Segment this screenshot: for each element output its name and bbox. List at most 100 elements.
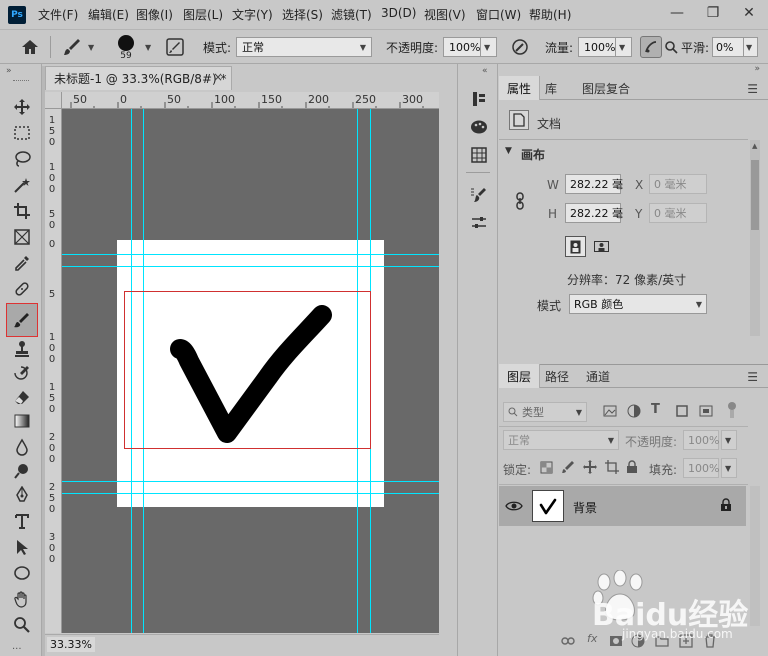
layer-row[interactable]: 背景 bbox=[499, 486, 746, 526]
lock-icon[interactable] bbox=[720, 498, 732, 512]
menu-view[interactable]: 视图(V) bbox=[424, 6, 466, 23]
minimize-button[interactable]: — bbox=[660, 0, 694, 26]
document-canvas[interactable] bbox=[117, 240, 384, 507]
new-layer-icon[interactable] bbox=[679, 634, 693, 648]
x-input[interactable]: 0 毫米 bbox=[649, 174, 707, 194]
menu-image[interactable]: 图像(I) bbox=[136, 6, 173, 23]
close-window-button[interactable]: ✕ bbox=[732, 0, 766, 26]
panel-menu-icon[interactable]: ☰ bbox=[747, 82, 758, 96]
lock-transparent-icon[interactable] bbox=[540, 461, 553, 474]
fill-input[interactable]: 100% bbox=[683, 458, 719, 478]
menu-file[interactable]: 文件(F) bbox=[38, 6, 78, 23]
menu-help[interactable]: 帮助(H) bbox=[529, 6, 571, 23]
ruler-origin[interactable] bbox=[45, 92, 62, 109]
menu-layer[interactable]: 图层(L) bbox=[183, 6, 223, 23]
move-tool[interactable] bbox=[9, 96, 35, 118]
eyedropper-tool[interactable] bbox=[9, 252, 35, 274]
gradient-tool[interactable] bbox=[9, 410, 35, 432]
tab-channels[interactable]: 通道 bbox=[578, 364, 618, 388]
frame-tool[interactable] bbox=[9, 226, 35, 248]
more-tools-icon[interactable]: ··· bbox=[12, 644, 22, 655]
tool-preset-picker[interactable]: ▼ bbox=[62, 30, 94, 64]
layer-name[interactable]: 背景 bbox=[573, 499, 597, 516]
healing-brush-tool[interactable] bbox=[9, 278, 35, 300]
zoom-tool[interactable] bbox=[9, 614, 35, 636]
color-panel-button[interactable] bbox=[468, 116, 490, 138]
path-selection-tool[interactable] bbox=[9, 536, 35, 558]
collapse-toolbar-icon[interactable]: » bbox=[6, 66, 12, 76]
lock-position-icon[interactable] bbox=[583, 460, 597, 474]
menu-3d[interactable]: 3D(D) bbox=[381, 6, 416, 20]
layer-opacity-dropdown[interactable]: ▼ bbox=[721, 430, 737, 450]
pressure-opacity-button[interactable] bbox=[510, 30, 530, 64]
layer-opacity-input[interactable]: 100% bbox=[683, 430, 719, 450]
lock-all-icon[interactable] bbox=[626, 460, 638, 474]
link-icon[interactable] bbox=[514, 192, 526, 213]
tab-layers[interactable]: 图层 bbox=[499, 364, 541, 388]
filter-pixel-icon[interactable] bbox=[603, 404, 617, 418]
airbrush-button[interactable] bbox=[640, 30, 662, 64]
close-tab-button[interactable]: × bbox=[213, 70, 223, 84]
marquee-tool[interactable] bbox=[9, 122, 35, 144]
add-mask-icon[interactable] bbox=[609, 634, 623, 648]
new-group-icon[interactable] bbox=[655, 634, 669, 648]
brush-tool[interactable] bbox=[6, 303, 38, 337]
tab-libraries[interactable]: 库 bbox=[537, 76, 565, 100]
eraser-tool[interactable] bbox=[9, 386, 35, 408]
menu-type[interactable]: 文字(Y) bbox=[232, 6, 273, 23]
filter-smart-object-icon[interactable] bbox=[699, 404, 713, 418]
layer-style-icon[interactable]: fx bbox=[587, 632, 597, 645]
scroll-thumb[interactable] bbox=[751, 160, 759, 230]
fill-dropdown[interactable]: ▼ bbox=[721, 458, 737, 478]
color-mode-select[interactable]: RGB 颜色 ▼ bbox=[569, 294, 707, 314]
width-input[interactable]: 282.22 毫 bbox=[565, 174, 623, 194]
lock-pixels-icon[interactable] bbox=[561, 460, 575, 474]
history-brush-tool[interactable] bbox=[9, 362, 35, 384]
crop-tool[interactable] bbox=[9, 200, 35, 222]
y-input[interactable]: 0 毫米 bbox=[649, 203, 707, 223]
brushes-panel-button[interactable] bbox=[468, 184, 490, 206]
trash-icon[interactable] bbox=[703, 634, 717, 648]
link-layers-icon[interactable] bbox=[561, 634, 575, 648]
collapse-dock-icon[interactable]: « bbox=[482, 66, 488, 76]
smoothing-control[interactable]: 平滑: bbox=[664, 30, 709, 64]
swatches-panel-button[interactable] bbox=[468, 144, 490, 166]
mode-select[interactable]: 正常 ▼ bbox=[236, 30, 372, 64]
maximize-button[interactable]: ❐ bbox=[696, 0, 730, 26]
layers-scrollbar[interactable] bbox=[750, 486, 760, 626]
adjustment-layer-icon[interactable] bbox=[631, 634, 645, 648]
tab-paths[interactable]: 路径 bbox=[537, 364, 577, 388]
collapse-panel-icon[interactable]: » bbox=[754, 64, 760, 74]
toolbar-grip[interactable] bbox=[13, 80, 29, 82]
hand-tool[interactable] bbox=[9, 588, 35, 610]
blend-mode-select[interactable]: 正常 ▼ bbox=[503, 430, 619, 450]
filter-shape-icon[interactable] bbox=[675, 404, 689, 418]
lock-artboard-icon[interactable] bbox=[605, 460, 619, 474]
chevron-down-icon[interactable]: ▼ bbox=[145, 30, 151, 64]
brush-settings-toggle[interactable] bbox=[165, 30, 185, 64]
menu-filter[interactable]: 滤镜(T) bbox=[331, 6, 372, 23]
history-panel-button[interactable] bbox=[468, 88, 490, 110]
smoothing-input[interactable]: 0% ▼ bbox=[712, 30, 758, 64]
type-tool[interactable] bbox=[9, 510, 35, 532]
clone-stamp-tool[interactable] bbox=[9, 338, 35, 360]
vertical-ruler[interactable]: 150 100 50 0 5 100 150 200 250 300 bbox=[45, 109, 62, 633]
layer-filter-select[interactable]: 类型 ▼ bbox=[503, 402, 587, 422]
home-button[interactable] bbox=[20, 30, 40, 64]
magic-wand-tool[interactable] bbox=[9, 174, 35, 196]
ellipse-tool[interactable] bbox=[9, 562, 35, 584]
lasso-tool[interactable] bbox=[9, 148, 35, 170]
pen-tool[interactable] bbox=[9, 484, 35, 506]
canvas-workspace[interactable] bbox=[62, 109, 439, 633]
chevron-down-icon[interactable]: ▼ bbox=[505, 146, 512, 156]
dodge-tool[interactable] bbox=[9, 460, 35, 482]
adjustments-panel-button[interactable] bbox=[468, 212, 490, 234]
panel-menu-icon[interactable]: ☰ bbox=[747, 370, 758, 384]
menu-window[interactable]: 窗口(W) bbox=[476, 6, 521, 23]
brush-size-picker[interactable]: 59 bbox=[118, 30, 134, 64]
filter-adjustment-icon[interactable] bbox=[627, 404, 641, 418]
document-tab[interactable]: 未标题-1 @ 33.3%(RGB/8#) * × bbox=[45, 66, 232, 90]
blur-tool[interactable] bbox=[9, 436, 35, 458]
opacity-input[interactable]: 100% ▼ bbox=[443, 30, 497, 64]
height-input[interactable]: 282.22 毫 bbox=[565, 203, 623, 223]
